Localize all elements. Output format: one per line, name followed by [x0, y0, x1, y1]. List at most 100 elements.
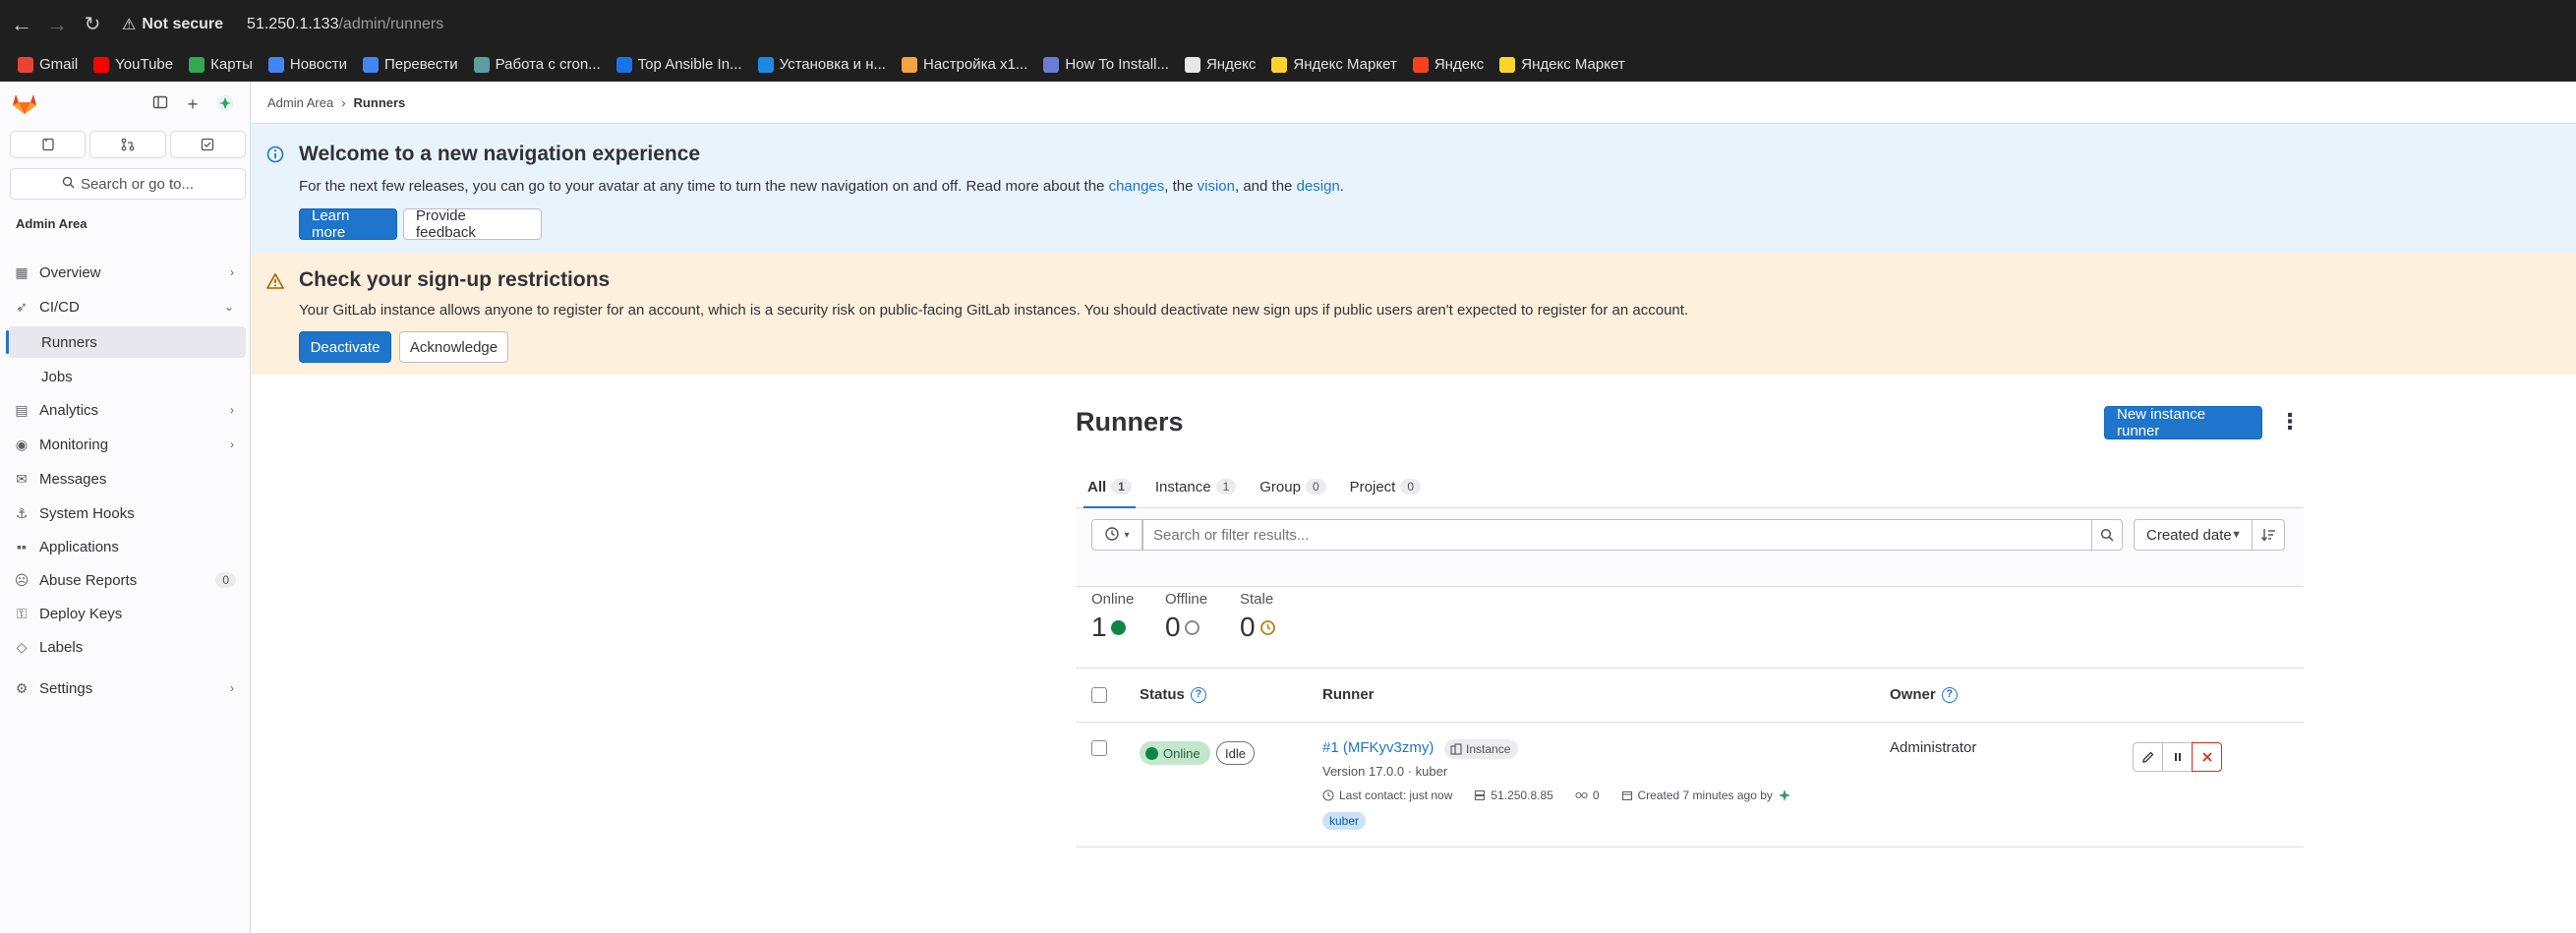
runner-name-link[interactable]: #1 (MFKyv3zmy) [1322, 739, 1434, 756]
applications-icon: ▪▪ [17, 539, 27, 554]
tab-label: All [1087, 478, 1107, 496]
help-icon[interactable]: ? [1190, 686, 1206, 703]
more-actions-icon[interactable]: ⋮ [2279, 409, 2301, 437]
bookmark-item[interactable]: Top Ansible In... [609, 52, 750, 78]
history-icon [1104, 526, 1120, 545]
vision-link[interactable]: vision [1198, 178, 1235, 195]
merge-requests-tab-icon[interactable] [89, 131, 166, 158]
row-checkbox[interactable] [1091, 740, 1107, 756]
bookmark-item[interactable]: Перевести [355, 52, 466, 78]
search-icon [62, 176, 75, 193]
bookmark-favicon-icon [473, 56, 490, 73]
sidebar-item-messages[interactable]: ✉ Messages [8, 463, 246, 495]
recent-searches-button[interactable]: ▾ [1091, 519, 1142, 551]
issues-tab-icon[interactable] [10, 131, 87, 158]
bookmark-item[interactable]: Яндекс [1177, 52, 1263, 78]
settings-icon: ⚙ [15, 679, 29, 696]
bookmarks-bar: Gmail YouTube Карты Новости Перевести Работа … [0, 48, 2576, 82]
stat-label: Online [1091, 591, 1135, 608]
status-badge-online: Online [1140, 741, 1210, 765]
url-path: /admin/runners [338, 16, 444, 32]
new-instance-runner-button[interactable]: New instance runner [2104, 406, 2262, 439]
url-host: 51.250.1.133 [247, 16, 339, 32]
sidebar-item-deploy-keys[interactable]: ⚿ Deploy Keys [8, 598, 246, 629]
bookmark-favicon-icon [757, 56, 774, 73]
filter-search-input[interactable]: Search or filter results... [1142, 519, 2092, 551]
bookmark-item[interactable]: YouTube [86, 52, 181, 78]
bookmark-item[interactable]: Карты [181, 52, 261, 78]
plus-icon[interactable]: + [182, 93, 204, 115]
sidebar-item-system-hooks[interactable]: ⚓ System Hooks [8, 497, 246, 529]
chevron-down-icon: ⌄ [223, 300, 234, 314]
changes-link[interactable]: changes [1109, 178, 1165, 195]
breadcrumb-runners[interactable]: Runners [354, 95, 406, 110]
sidebar-item-jobs[interactable]: Jobs [8, 361, 246, 392]
runner-column-header: Runner [1322, 686, 1375, 703]
deactivate-button[interactable]: Deactivate [299, 331, 391, 363]
collapse-sidebar-icon[interactable] [149, 93, 171, 115]
sidebar-item-overview[interactable]: ▦ Overview › [8, 257, 246, 288]
gitlab-logo-icon[interactable] [12, 91, 37, 115]
search-submit-button[interactable] [2091, 519, 2123, 551]
acknowledge-button[interactable]: Acknowledge [399, 331, 508, 363]
sidebar-search-button[interactable]: Search or go to... [10, 168, 246, 200]
avatar-icon[interactable] [214, 93, 236, 115]
sidebar-item-label: Settings [39, 679, 93, 697]
tab-all[interactable]: All 1 [1076, 465, 1143, 509]
sidebar-item-applications[interactable]: ▪▪ Applications [8, 531, 246, 562]
bookmark-item[interactable]: How To Install... [1035, 52, 1177, 78]
sidebar-item-label: Deploy Keys [39, 605, 123, 622]
sidebar-item-monitoring[interactable]: ◉ Monitoring › [8, 429, 246, 460]
pause-runner-button[interactable] [2162, 742, 2193, 772]
runner-type-label: Instance [1466, 742, 1511, 756]
bookmark-item[interactable]: Установка и н... [750, 52, 894, 78]
bookmark-item[interactable]: Gmail [10, 52, 86, 78]
clock-icon [1322, 789, 1334, 801]
bookmark-item[interactable]: Работа с cron... [466, 52, 609, 78]
warning-alert-title: Check your sign-up restrictions [299, 268, 611, 291]
back-icon[interactable]: ← [6, 9, 37, 40]
sidebar-item-labels[interactable]: ◇ Labels [8, 631, 246, 663]
learn-more-button[interactable]: Learn more [299, 207, 397, 241]
sidebar-item-label: Abuse Reports [39, 571, 138, 589]
runner-meta: Last contact: just now 51.250.8.85 0 Cre… [1322, 788, 1791, 802]
forward-icon[interactable]: → [41, 9, 73, 40]
design-link[interactable]: design [1297, 178, 1340, 195]
warning-alert-text: Your GitLab instance allows anyone to re… [299, 302, 1689, 319]
sort-dropdown[interactable]: Created date ▼ [2134, 519, 2253, 551]
sidebar-item-label: System Hooks [39, 504, 135, 522]
sort-direction-button[interactable] [2252, 519, 2285, 551]
tab-instance[interactable]: Instance 1 [1143, 465, 1248, 508]
delete-runner-button[interactable] [2192, 742, 2222, 772]
bookmark-item[interactable]: Яндекс Маркет [1492, 52, 1632, 78]
navigation-info-alert: Welcome to a new navigation experience F… [251, 124, 2576, 253]
tab-count: 0 [1400, 479, 1422, 495]
sidebar-item-abuse-reports[interactable]: ☹ Abuse Reports 0 [8, 564, 246, 596]
runner-owner[interactable]: Administrator [1890, 739, 1976, 756]
bookmark-favicon-icon [1412, 56, 1429, 73]
sidebar-item-cicd[interactable]: ➶ CI/CD ⌄ [8, 291, 246, 322]
bookmark-label: Новости [289, 56, 347, 73]
reload-icon[interactable]: ↻ [77, 9, 108, 40]
bookmark-item[interactable]: Настройка x1... [894, 52, 1035, 78]
bookmark-item[interactable]: Яндекс [1405, 52, 1492, 78]
bookmark-item[interactable]: Яндекс Маркет [1263, 52, 1404, 78]
bookmark-item[interactable]: Новости [261, 52, 355, 78]
edit-runner-button[interactable] [2133, 742, 2163, 772]
messages-icon: ✉ [16, 470, 28, 487]
breadcrumb-admin-area[interactable]: Admin Area [267, 95, 333, 110]
sidebar-item-runners[interactable]: Runners [6, 326, 246, 358]
address-bar[interactable]: ⚠ Not secure 51.250.1.133/admin/runners [122, 10, 443, 39]
creator-avatar-icon[interactable] [1778, 788, 1791, 802]
sidebar-item-settings[interactable]: ⚙ Settings › [8, 672, 246, 704]
runner-ip: 51.250.8.85 [1491, 788, 1553, 802]
select-all-checkbox[interactable] [1091, 687, 1107, 703]
tab-project[interactable]: Project 0 [1338, 465, 1433, 508]
provide-feedback-button[interactable]: Provide feedback [403, 207, 542, 241]
tab-group[interactable]: Group 0 [1248, 465, 1337, 508]
help-icon[interactable]: ? [1941, 686, 1958, 703]
runner-tag[interactable]: kuber [1322, 812, 1367, 830]
todos-tab-icon[interactable] [169, 131, 246, 158]
sidebar-item-analytics[interactable]: ▤ Analytics › [8, 394, 246, 426]
info-text-prefix: For the next few releases, you can go to… [299, 178, 1109, 195]
